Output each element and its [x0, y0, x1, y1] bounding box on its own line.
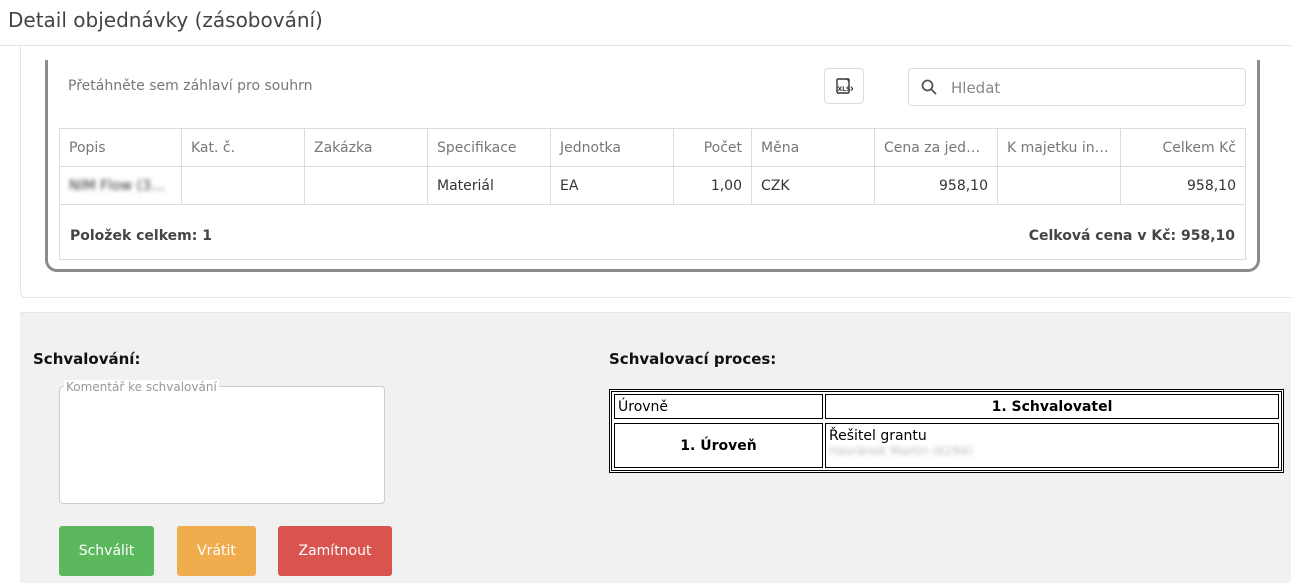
levels-header: Úrovně	[614, 394, 823, 419]
column-header-majetek[interactable]: K majetku inv...	[997, 128, 1121, 167]
cell-pocet: 1,00	[673, 166, 752, 205]
approval-comment-field[interactable]: Komentář ke schvalování	[59, 380, 385, 504]
approve-button[interactable]: Schválit	[59, 526, 154, 576]
page-title: Detail objednávky (zásobování)	[0, 0, 1291, 46]
column-header-pocet[interactable]: Počet	[673, 128, 752, 167]
column-header-mena[interactable]: Měna	[751, 128, 875, 167]
column-header-jednotka[interactable]: Jednotka	[550, 128, 674, 167]
approval-process-table: Úrovně 1. Schvalovatel 1. Úroveň Řešitel…	[609, 389, 1284, 473]
column-header-specifikace[interactable]: Specifikace	[427, 128, 551, 167]
approval-comment-input[interactable]	[66, 397, 380, 501]
cell-kat	[181, 166, 305, 205]
search-icon	[921, 79, 937, 95]
item-count: Položek celkem: 1	[70, 228, 212, 244]
cell-jednotka: EA	[550, 166, 674, 205]
process-title: Schvalovací proces:	[609, 350, 777, 368]
level-cell: 1. Úroveň	[614, 423, 823, 468]
approver-header: 1. Schvalovatel	[825, 394, 1279, 419]
svg-text:XLSX: XLSX	[838, 86, 854, 93]
cell-zakazka	[304, 166, 428, 205]
group-panel-hint[interactable]: Přetáhněte sem záhlaví pro souhrn	[68, 78, 312, 94]
cell-celkem: 958,10	[1120, 166, 1246, 205]
cell-mena: CZK	[751, 166, 875, 205]
reject-button[interactable]: Zamítnout	[278, 526, 392, 576]
export-xlsx-button[interactable]: XLSX	[824, 68, 864, 104]
column-header-celkem[interactable]: Celkem Kč	[1120, 128, 1246, 167]
cell-specifikace: Materiál	[427, 166, 551, 205]
column-header-kat[interactable]: Kat. č.	[181, 128, 305, 167]
approver-person: Havránek Martin (6294)	[829, 444, 973, 458]
table-header-row: Popis Kat. č. Zakázka Specifikace Jednot…	[59, 128, 1246, 167]
approver-role: Řešitel grantu	[829, 428, 927, 444]
table-summary: Položek celkem: 1 Celková cena v Kč: 958…	[59, 206, 1246, 260]
search-field[interactable]	[908, 68, 1246, 106]
items-table: Popis Kat. č. Zakázka Specifikace Jednot…	[59, 128, 1246, 205]
total-price: Celková cena v Kč: 958,10	[1028, 228, 1235, 244]
column-header-zakazka[interactable]: Zakázka	[304, 128, 428, 167]
return-button[interactable]: Vrátit	[177, 526, 256, 576]
approval-title: Schvalování:	[33, 350, 141, 368]
approver-cell: Řešitel grantu Havránek Martin (6294)	[825, 423, 1279, 468]
column-header-cena[interactable]: Cena za jedn...	[874, 128, 998, 167]
search-input[interactable]	[949, 75, 1233, 101]
table-row[interactable]: NIM Flow (3R)... Materiál EA 1,00 CZK 95…	[59, 166, 1246, 205]
xlsx-export-icon: XLSX	[836, 78, 854, 94]
cell-popis: NIM Flow (3R)...	[59, 166, 182, 205]
cell-cena: 958,10	[874, 166, 998, 205]
comment-label: Komentář ke schvalování	[64, 380, 219, 394]
column-header-popis[interactable]: Popis	[59, 128, 182, 167]
cell-majetek	[997, 166, 1121, 205]
